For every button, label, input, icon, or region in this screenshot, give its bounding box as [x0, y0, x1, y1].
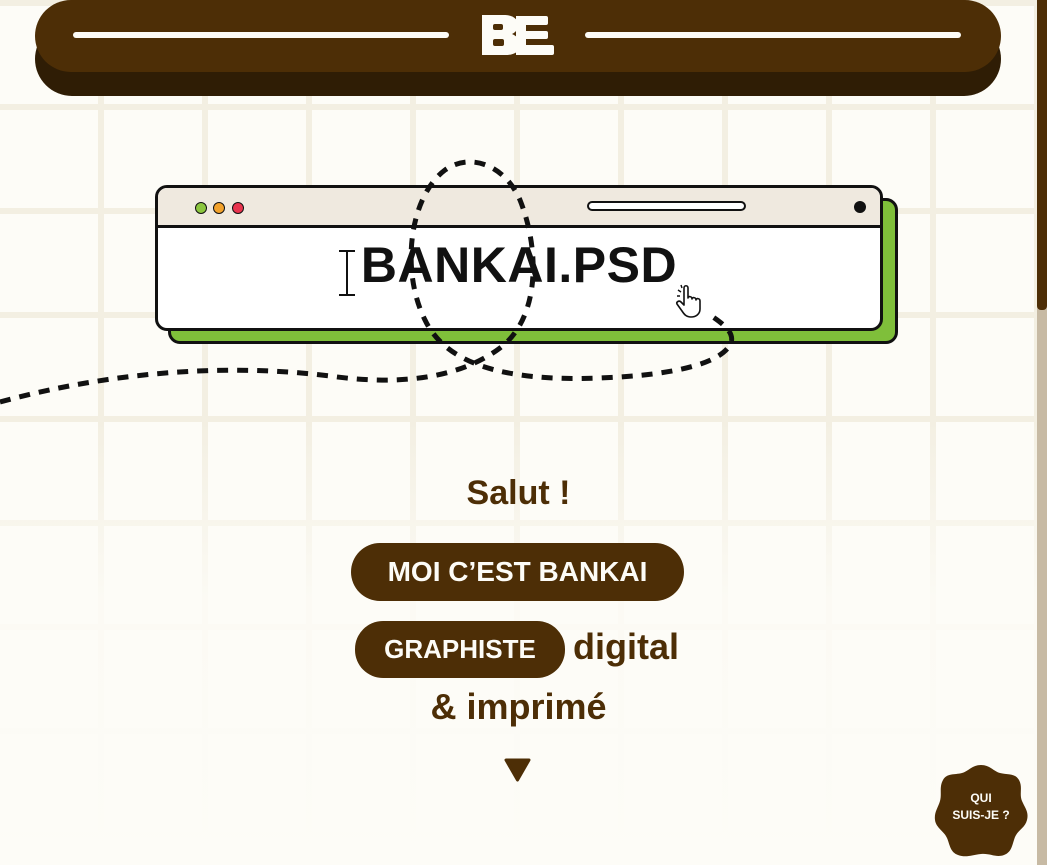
greeting-text: Salut ! — [466, 474, 571, 512]
role-suffix-text: digital — [573, 626, 679, 667]
triangle-down-icon[interactable] — [504, 758, 531, 782]
decorative-dashed-path — [0, 159, 735, 405]
role-line-2: & imprimé — [430, 686, 607, 727]
who-am-i-button[interactable]: QUI SUIS-JE ? — [932, 762, 1030, 858]
who-am-i-line2: SUIS-JE ? — [952, 808, 1010, 822]
scrollbar-thumb[interactable] — [1037, 0, 1047, 310]
name-pill: MOI C’EST BANKAI — [351, 543, 684, 601]
who-am-i-line1: QUI — [970, 791, 992, 805]
role-pill: GRAPHISTE — [355, 621, 565, 678]
hand-pointer-icon — [676, 284, 701, 318]
who-am-i-label: QUI SUIS-JE ? — [932, 790, 1030, 824]
